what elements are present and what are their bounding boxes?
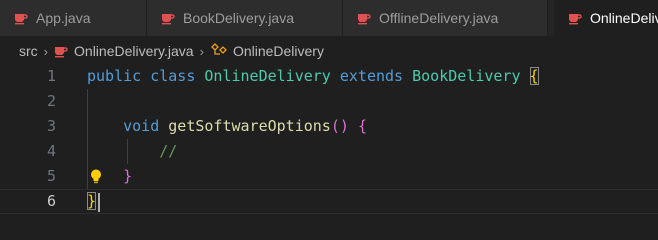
code-line: 4 // bbox=[0, 139, 658, 164]
breadcrumb-file[interactable]: OnlineDelivery.java bbox=[54, 43, 194, 59]
indent-guide bbox=[87, 89, 88, 114]
parent-class-name: BookDelivery bbox=[412, 67, 521, 85]
keyword-public: public bbox=[87, 67, 142, 85]
chevron-right-icon: › bbox=[199, 43, 204, 59]
code-editor[interactable]: 1 public class OnlineDelivery extends Bo… bbox=[0, 64, 658, 239]
code-text: void getSoftwareOptions() { bbox=[87, 114, 367, 139]
java-coffee-icon bbox=[54, 44, 68, 58]
code-text: // bbox=[87, 139, 177, 164]
code-text: } bbox=[87, 164, 132, 189]
tab-offlinedelivery-java[interactable]: OfflineDelivery.java bbox=[343, 0, 548, 36]
class-name: OnlineDelivery bbox=[204, 67, 331, 85]
method-parens: () bbox=[330, 117, 349, 135]
chevron-right-icon: › bbox=[43, 43, 49, 59]
line-number: 4 bbox=[46, 142, 56, 160]
code-text: } bbox=[87, 190, 97, 213]
code-line: 5 } bbox=[0, 164, 658, 189]
close-brace: } bbox=[123, 167, 133, 185]
open-brace: { bbox=[357, 117, 367, 135]
breadcrumb-symbol[interactable]: OnlineDelivery bbox=[210, 42, 324, 60]
tab-onlinedelivery-java[interactable]: OnlineDelivery.java bbox=[554, 0, 658, 36]
java-coffee-icon bbox=[161, 11, 175, 25]
tab-bookdelivery-java[interactable]: BookDelivery.java bbox=[147, 0, 343, 36]
line-number: 5 bbox=[46, 167, 56, 185]
java-coffee-icon bbox=[14, 11, 28, 25]
breadcrumb-symbol-label: OnlineDelivery bbox=[232, 43, 324, 59]
java-coffee-icon bbox=[568, 11, 582, 25]
keyword-void: void bbox=[123, 117, 160, 135]
breadcrumb-file-label: OnlineDelivery.java bbox=[74, 43, 194, 59]
tab-label: App.java bbox=[36, 10, 91, 26]
method-name: getSoftwareOptions bbox=[168, 117, 331, 135]
line-number: 1 bbox=[46, 67, 56, 85]
line-number: 6 bbox=[46, 192, 56, 210]
class-symbol-icon bbox=[210, 42, 228, 60]
code-line: 1 public class OnlineDelivery extends Bo… bbox=[0, 64, 658, 89]
comment: // bbox=[159, 142, 178, 160]
code-text: public class OnlineDelivery extends Book… bbox=[87, 64, 539, 89]
tab-label: BookDelivery.java bbox=[183, 10, 295, 26]
breadcrumb-folder[interactable]: src bbox=[19, 43, 38, 59]
breadcrumb: src › OnlineDelivery.java › OnlineDelive… bbox=[0, 36, 658, 66]
code-line: 2 bbox=[0, 89, 658, 114]
keyword-class: class bbox=[150, 67, 196, 85]
keyword-extends: extends bbox=[339, 67, 404, 85]
line-number: 3 bbox=[46, 117, 56, 135]
java-coffee-icon bbox=[357, 11, 371, 25]
tab-label: OnlineDelivery.java bbox=[590, 10, 658, 26]
breadcrumb-folder-label: src bbox=[19, 43, 38, 59]
code-line-current: 6 } bbox=[0, 189, 658, 214]
tab-app-java[interactable]: App.java bbox=[0, 0, 147, 36]
tab-label: OfflineDelivery.java bbox=[379, 10, 499, 26]
line-number: 2 bbox=[46, 92, 56, 110]
text-cursor bbox=[98, 193, 100, 212]
code-line: 3 void getSoftwareOptions() { bbox=[0, 114, 658, 139]
open-brace: { bbox=[529, 67, 539, 85]
editor-tab-bar: App.java BookDelivery.java OfflineDelive… bbox=[0, 0, 658, 36]
close-brace: } bbox=[87, 192, 97, 210]
